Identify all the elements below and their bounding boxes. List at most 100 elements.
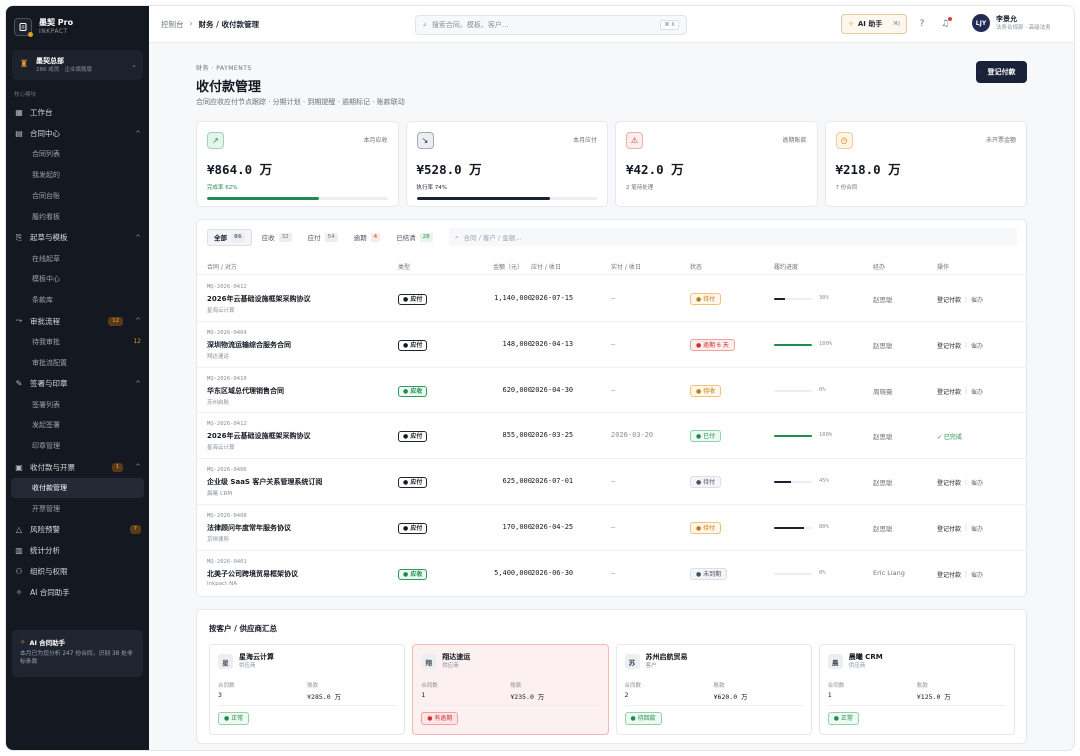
kpi-progress-bar <box>416 197 597 200</box>
sidebar-subitem[interactable]: 发起签署 <box>6 415 149 436</box>
global-search-input[interactable]: ⌕ 搜索合同、模板、客户... ⌘ K <box>415 15 687 35</box>
table-row[interactable]: MQ-2026-0412 2026年云基础设施框架采购协议 星海云计算 ● 应付 1,1… <box>197 276 1026 322</box>
party-card[interactable]: 翔翔达速运 供应商 合同数 1 账款 ¥235.0 万 ● 有逾期 <box>412 644 609 735</box>
sidebar-subitem[interactable]: 收付款管理 <box>11 477 144 499</box>
sidebar-subitem[interactable]: 印章管理 <box>6 436 149 457</box>
sidebar-item[interactable]: ▣ 收付款与开票 1 ^ <box>6 457 149 478</box>
sidebar-subitem[interactable]: 签署列表 <box>6 394 149 415</box>
stat-value: 3 <box>218 691 222 699</box>
contract-name[interactable]: 北美子公司跨境贸易框架协议 <box>207 569 298 579</box>
filter-tab[interactable]: 逾期 4 <box>348 229 387 246</box>
bell-icon[interactable]: ♫ <box>938 17 952 31</box>
sidebar-subitem[interactable]: 模板中心 <box>6 269 149 290</box>
register-payment-link[interactable]: 登记付款 <box>937 478 961 487</box>
sparkle-icon: ✧ <box>848 20 854 28</box>
sidebar-item[interactable]: ⎘ 起草与模板 ^ <box>6 227 149 248</box>
due-date: 2026-04-30 <box>531 385 574 394</box>
register-payment-link[interactable]: 登记付款 <box>937 524 961 533</box>
owner: 赵思聪 <box>873 296 893 304</box>
contract-name[interactable]: 2026年云基础设施框架采购协议 <box>207 294 310 304</box>
sidebar-subitem[interactable]: 合同台账 <box>6 186 149 207</box>
help-icon[interactable]: ? <box>915 17 929 31</box>
party-card[interactable]: 星星海云计算 供应商 合同数 3 账款 ¥285.0 万 ● 正常 <box>209 644 406 735</box>
register-payment-link[interactable]: 登记付款 <box>937 387 961 396</box>
sidebar-subitem[interactable]: 开票管理 <box>6 498 149 519</box>
sidebar-subitem[interactable]: 待我审批 12 <box>6 332 149 353</box>
filter-tab[interactable]: 应收 32 <box>256 229 298 246</box>
register-payment-button[interactable]: 登记付款 <box>976 61 1027 83</box>
sidebar-item[interactable]: ⚇ 组织与权限 <box>6 561 149 582</box>
ai-assistant-card[interactable]: ✧ AI 合同助手 本月已为您分析 247 份合同，识别 38 处非标条款 <box>12 630 143 677</box>
chevron-up-icon[interactable]: ^ <box>135 463 141 471</box>
stat-value: ¥235.0 万 <box>510 693 545 701</box>
sidebar-subitem[interactable]: 审批流配置 <box>6 352 149 373</box>
party-stats: 合同数 3 账款 ¥285.0 万 <box>218 681 396 701</box>
crumb-root[interactable]: 控制台 <box>161 19 184 30</box>
sidebar-item[interactable]: ⤳ 审批流程 12 ^ <box>6 311 149 332</box>
chevron-up-icon[interactable]: ^ <box>135 234 141 242</box>
users-icon: ⚇ <box>15 567 23 577</box>
remind-link[interactable]: 催办 <box>971 387 983 396</box>
user-menu[interactable]: LJY 李景允 法务合规部 · 高级法务 <box>972 14 1051 32</box>
owner: 周晓薇 <box>873 387 893 396</box>
breadcrumb: 控制台 › 财务 / 收付款管理 <box>161 19 259 30</box>
filter-tab[interactable]: 全部 86 <box>207 228 252 246</box>
remind-link[interactable]: 催办 <box>971 478 983 487</box>
contract-name[interactable]: 企业级 SaaS 客户关系管理系统订阅 <box>207 477 322 487</box>
progress-percent: 30% <box>819 295 829 301</box>
remind-link[interactable]: 催办 <box>971 341 983 350</box>
table-row[interactable]: MQ-2026-0408 法律顾问年度常年服务协议 京恒律所 ● 应付 170,000 2… <box>197 505 1026 551</box>
register-payment-link[interactable]: 登记付款 <box>937 295 961 304</box>
crumb-current: 财务 / 收付款管理 <box>198 20 259 29</box>
remind-link[interactable]: 催办 <box>971 570 983 579</box>
sidebar-subitem[interactable]: 在线起草 <box>6 248 149 269</box>
brand[interactable]: 墨契 Pro INKPACT <box>14 15 73 39</box>
owner: Eric Liang <box>873 568 905 577</box>
contract-id: MQ-2026-0401 <box>207 558 247 565</box>
chevron-up-icon[interactable]: ^ <box>135 130 141 138</box>
table-row[interactable]: MQ-2026-0412 2026年云基础设施框架采购协议 星海云计算 ● 应付 855… <box>197 413 1026 460</box>
table-search-input[interactable]: ⌕ 合同 / 客户 / 金额... <box>449 228 1017 246</box>
chevron-up-icon[interactable]: ^ <box>135 317 141 325</box>
contract-name[interactable]: 深圳物流运输综合服务合同 <box>207 340 291 350</box>
remind-link[interactable]: 催办 <box>971 524 983 533</box>
sidebar-item[interactable]: ✎ 签署与印章 ^ <box>6 373 149 394</box>
table-row[interactable]: MQ-2026-0404 深圳物流运输综合服务合同 翔达速运 ● 应付 148,000 2… <box>197 322 1026 368</box>
filter-tabs: 全部 86 应收 32 应付 54 逾期 4 已结清 28 <box>207 228 439 246</box>
amount: 170,000 <box>502 522 532 531</box>
filter-tab[interactable]: 应付 54 <box>302 229 344 246</box>
party-role: 供应商 <box>442 663 459 669</box>
sidebar-item[interactable]: ✧ AI 合同助手 <box>6 582 149 603</box>
stat-contracts: 合同数 1 <box>828 681 917 701</box>
col-status: 状态 <box>690 264 703 271</box>
party-card-header: 星星海云计算 供应商 <box>218 653 396 670</box>
sidebar-item[interactable]: △ 风险预警 7 <box>6 519 149 540</box>
sidebar-subitem[interactable]: 合同列表 <box>6 144 149 165</box>
party-card[interactable]: 晨晨曦 CRM 供应商 合同数 1 账款 ¥125.0 万 ● 正常 <box>818 644 1015 735</box>
chevron-up-icon[interactable]: ^ <box>135 380 141 388</box>
party-card-header: 晨晨曦 CRM 供应商 <box>827 653 1006 670</box>
stat-label: 账款 <box>307 683 319 689</box>
sidebar-subitem[interactable]: 我发起的 <box>6 165 149 186</box>
sidebar-item[interactable]: ▤ 合同中心 ^ <box>6 123 149 144</box>
sidebar-subitem[interactable]: 条款库 <box>6 290 149 311</box>
remind-link[interactable]: 催办 <box>971 295 983 304</box>
register-payment-link[interactable]: 登记付款 <box>937 570 961 579</box>
table-row[interactable]: MQ-2026-0410 华东区域总代理销售合同 苏州启航 ● 应收 620,000 20… <box>197 368 1026 414</box>
contract-name[interactable]: 2026年云基础设施框架采购协议 <box>207 431 310 441</box>
sidebar-item[interactable]: ▥ 统计分析 <box>6 540 149 561</box>
chart-icon: ▥ <box>15 546 23 556</box>
register-payment-link[interactable]: 登记付款 <box>937 341 961 350</box>
sidebar-item[interactable]: ▦ 工作台 <box>6 102 149 123</box>
table-row[interactable]: MQ-2026-0406 企业级 SaaS 客户关系管理系统订阅 晨曦 CRM ● 应… <box>197 459 1026 505</box>
org-switcher[interactable]: ♜ 墨契总部 286 成员 · 企业旗舰版 ⌄ <box>12 50 143 80</box>
crumb-separator: › <box>189 19 193 28</box>
contract-name[interactable]: 华东区域总代理销售合同 <box>207 386 284 396</box>
sidebar-subitem[interactable]: 履约看板 <box>6 206 149 227</box>
ai-assistant-button[interactable]: ✧ AI 助手 ⌘J <box>841 14 907 34</box>
party-card[interactable]: 苏苏州启航贸易 客户 合同数 2 账款 ¥620.0 万 ● 待回款 <box>615 644 812 735</box>
table-row[interactable]: MQ-2026-0401 北美子公司跨境贸易框架协议 Inkpact NA ● 应收 5… <box>197 551 1026 597</box>
contract-name[interactable]: 法律顾问年度常年服务协议 <box>207 523 291 533</box>
filter-tab[interactable]: 已结清 28 <box>390 229 439 246</box>
amount: 1,140,000 <box>494 294 532 302</box>
